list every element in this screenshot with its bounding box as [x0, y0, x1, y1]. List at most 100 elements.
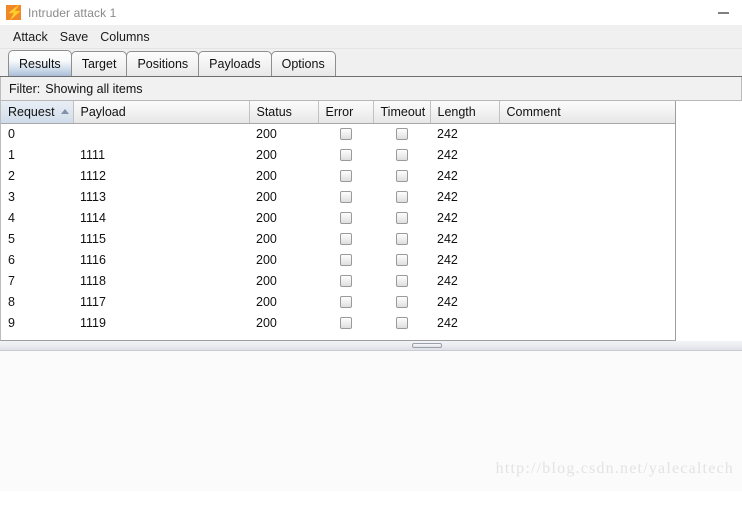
column-header-request[interactable]: Request: [1, 101, 74, 124]
column-header-status[interactable]: Status: [249, 101, 319, 124]
error-checkbox[interactable]: [339, 275, 352, 288]
timeout-checkbox[interactable]: [395, 191, 408, 204]
timeout-checkbox[interactable]: [395, 149, 408, 162]
cell-length: 242: [430, 123, 499, 144]
column-header-timeout[interactable]: Timeout: [373, 101, 431, 124]
table-row[interactable]: 1 1111 200 242: [1, 144, 675, 165]
cell-payload: 1113: [73, 186, 249, 207]
timeout-checkbox[interactable]: [395, 317, 408, 330]
timeout-checkbox[interactable]: [395, 212, 408, 225]
timeout-checkbox[interactable]: [395, 275, 408, 288]
table-row[interactable]: 5 1115 200 242: [1, 228, 675, 249]
bolt-glyph: ⚡: [6, 4, 24, 20]
cell-comment: [499, 249, 675, 270]
column-header-comment[interactable]: Comment: [499, 101, 675, 124]
cell-timeout: [373, 249, 430, 270]
cell-length: 242: [430, 291, 499, 312]
results-table-panel[interactable]: Request Payload Status Error Timeout Length Co…: [0, 101, 676, 341]
table-row[interactable]: 7 1118 200 242: [1, 270, 675, 291]
error-checkbox[interactable]: [339, 149, 352, 162]
error-checkbox[interactable]: [339, 212, 352, 225]
timeout-checkbox[interactable]: [395, 233, 408, 246]
cell-length: 242: [430, 144, 499, 165]
error-checkbox[interactable]: [339, 296, 352, 309]
cell-error: [318, 249, 373, 270]
horizontal-splitter[interactable]: [0, 341, 742, 351]
table-row[interactable]: 0 200 242: [1, 123, 675, 144]
cell-status: 200: [249, 270, 318, 291]
title-bar: ⚡ Intruder attack 1: [0, 0, 742, 25]
minimize-button[interactable]: [704, 0, 742, 25]
cell-error: [318, 186, 373, 207]
cell-timeout: [373, 270, 430, 291]
table-row[interactable]: 6 1116 200 242: [1, 249, 675, 270]
cell-request: 1: [1, 144, 73, 165]
cell-length: 242: [430, 186, 499, 207]
splitter-grip-handle[interactable]: [412, 343, 442, 348]
cell-comment: [499, 312, 675, 333]
cell-status: 200: [249, 291, 318, 312]
cell-error: [318, 165, 373, 186]
cell-error: [318, 270, 373, 291]
tab-strip: Results Target Positions Payloads Option…: [0, 49, 742, 77]
filter-label: Filter:: [9, 81, 41, 96]
error-checkbox[interactable]: [339, 233, 352, 246]
column-header-label: Request: [8, 104, 55, 119]
cell-status: 200: [249, 165, 318, 186]
error-checkbox[interactable]: [339, 191, 352, 204]
tab-positions[interactable]: Positions: [126, 51, 200, 76]
window-controls: [704, 0, 742, 25]
cell-error: [318, 123, 373, 144]
cell-payload: [73, 123, 249, 144]
error-checkbox[interactable]: [339, 170, 352, 183]
filter-bar[interactable]: Filter: Showing all items: [0, 77, 742, 101]
cell-request: 4: [1, 207, 73, 228]
error-checkbox[interactable]: [339, 254, 352, 267]
cell-payload: 1114: [73, 207, 249, 228]
tab-target[interactable]: Target: [70, 51, 128, 76]
menu-item-columns[interactable]: Columns: [94, 28, 155, 46]
column-header-payload[interactable]: Payload: [73, 101, 250, 124]
watermark-text: http://blog.csdn.net/yalecaltech: [495, 460, 734, 477]
table-row[interactable]: 2 1112 200 242: [1, 165, 675, 186]
column-header-label: Error: [325, 104, 354, 119]
cell-comment: [499, 123, 675, 144]
menu-item-attack[interactable]: Attack: [7, 28, 54, 46]
cell-status: 200: [249, 123, 318, 144]
cell-status: 200: [249, 249, 318, 270]
error-checkbox[interactable]: [339, 317, 352, 330]
request-response-pane: http://blog.csdn.net/yalecaltech: [0, 351, 742, 491]
column-header-label: Comment: [506, 104, 561, 119]
cell-request: 7: [1, 270, 73, 291]
tab-payloads[interactable]: Payloads: [198, 51, 272, 76]
cell-timeout: [373, 207, 430, 228]
tab-results[interactable]: Results: [8, 50, 72, 76]
menu-bar: Attack Save Columns: [0, 25, 742, 49]
cell-timeout: [373, 312, 430, 333]
cell-error: [318, 291, 373, 312]
timeout-checkbox[interactable]: [395, 254, 408, 267]
cell-comment: [499, 165, 675, 186]
filter-value: Showing all items: [45, 81, 143, 96]
cell-payload: 1117: [73, 291, 249, 312]
timeout-checkbox[interactable]: [395, 296, 408, 309]
column-header-length[interactable]: Length: [430, 101, 500, 124]
error-checkbox[interactable]: [339, 128, 352, 141]
column-header-error[interactable]: Error: [318, 101, 374, 124]
tab-options[interactable]: Options: [270, 51, 336, 76]
minimize-icon: [717, 11, 729, 14]
cell-error: [318, 144, 373, 165]
cell-length: 242: [430, 249, 499, 270]
cell-comment: [499, 228, 675, 249]
timeout-checkbox[interactable]: [395, 170, 408, 183]
cell-status: 200: [249, 186, 318, 207]
menu-item-save[interactable]: Save: [54, 28, 95, 46]
table-row[interactable]: 4 1114 200 242: [1, 207, 675, 228]
cell-comment: [499, 291, 675, 312]
cell-request: 8: [1, 291, 73, 312]
table-row[interactable]: 8 1117 200 242: [1, 291, 675, 312]
table-row[interactable]: 3 1113 200 242: [1, 186, 675, 207]
table-row[interactable]: 9 1119 200 242: [1, 312, 675, 333]
cell-payload: 1116: [73, 249, 249, 270]
timeout-checkbox[interactable]: [395, 128, 408, 141]
